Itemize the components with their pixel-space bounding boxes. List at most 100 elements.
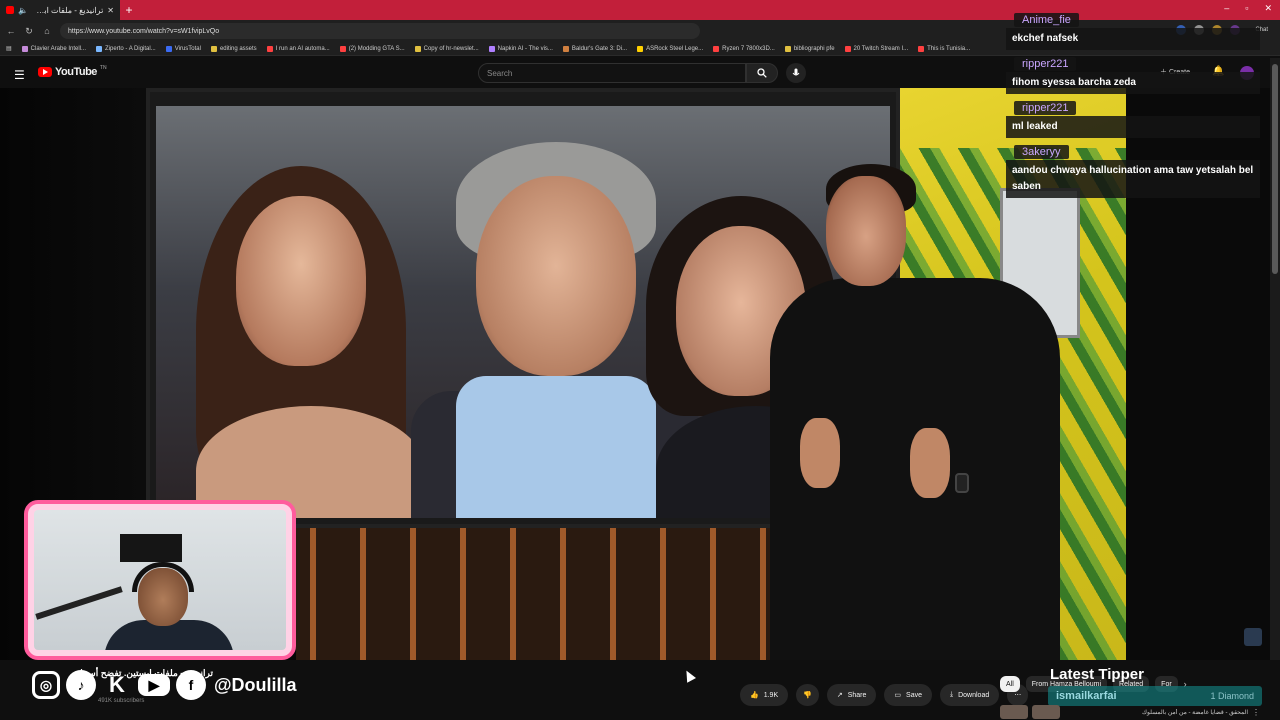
social-handle: @Doulilla xyxy=(214,674,297,695)
more-vert-icon[interactable]: ⋮ xyxy=(1252,708,1260,717)
bookmark-label: VirusTotal xyxy=(174,45,201,52)
bookmark-favicon-icon xyxy=(562,45,569,52)
chat-message: Anime_fie ekchef nafsek xyxy=(1006,10,1260,50)
presenter-right-hand xyxy=(910,428,950,498)
menu-icon[interactable]: ☰ xyxy=(14,68,25,82)
screen: 🔈 ترانيديغ - ملفات ابستين. تفضح ✕ + – ▫ … xyxy=(0,0,1280,720)
youtube-logo[interactable]: YouTube TN xyxy=(38,65,107,78)
download-button[interactable]: ⤓ Download xyxy=(940,684,1000,706)
country-code: TN xyxy=(99,65,107,71)
bookmark-item[interactable]: I run an AI automa... xyxy=(266,45,330,52)
like-button[interactable]: 👍 1.9K xyxy=(740,684,789,706)
bookmark-label: Baldur's Gate 3: Di... xyxy=(571,45,628,52)
reload-icon[interactable]: ↻ xyxy=(24,26,34,37)
wristwatch xyxy=(955,473,969,493)
microphone-icon xyxy=(792,68,800,76)
bookmark-item[interactable]: ASRock Steel Lege... xyxy=(637,45,703,52)
bookmark-favicon-icon xyxy=(266,45,273,52)
thumbs-down-icon: 👎 xyxy=(803,692,812,699)
mouse-cursor xyxy=(682,668,696,683)
stream-chat-overlay: Anime_fie ekchef nafsek ripper221 fihom sye… xyxy=(1006,10,1260,202)
close-window-icon[interactable]: ✕ xyxy=(1264,3,1272,14)
bookmark-item[interactable]: 20 Twitch Stream I... xyxy=(844,45,909,52)
wall-poster xyxy=(120,534,182,562)
chat-text: fihom syessa barcha zeda xyxy=(1006,72,1260,94)
search-button[interactable] xyxy=(746,63,778,83)
bookmark-favicon-icon xyxy=(713,45,720,52)
person-shirt xyxy=(456,376,656,518)
bookmark-item[interactable]: Napkin AI - The vis... xyxy=(488,45,553,52)
bookmark-favicon-icon xyxy=(637,45,644,52)
bookmark-favicon-icon xyxy=(918,45,925,52)
bookmark-item[interactable]: This is Tunisia... xyxy=(918,45,971,52)
youtube-play-icon xyxy=(38,67,52,77)
recommended-video[interactable]: المحقق - قضايا غامضة - من أمن بالمسلوك ⋮ xyxy=(1000,704,1260,720)
share-label: Share xyxy=(847,691,867,699)
bookmark-favicon-icon xyxy=(210,45,217,52)
new-tab-button[interactable]: + xyxy=(120,3,138,17)
bookmark-label: Napkin AI - The vis... xyxy=(497,45,553,52)
bookmark-item[interactable]: bibliographi pfe xyxy=(784,45,835,52)
webcam-frame xyxy=(24,500,296,660)
bookmark-item[interactable]: Baldur's Gate 3: Di... xyxy=(562,45,628,52)
bookmark-item[interactable]: Ryzen 7 7800x3D... xyxy=(713,45,775,52)
browser-tab[interactable]: 🔈 ترانيديغ - ملفات ابستين. تفضح ✕ xyxy=(0,0,120,20)
home-icon[interactable]: ⌂ xyxy=(42,26,52,36)
bookmark-label: Clavier Arabe Intell... xyxy=(30,45,87,52)
kick-icon: K xyxy=(109,672,125,697)
chat-username: Anime_fie xyxy=(1014,13,1079,27)
chat-message: ripper221 fihom syessa barcha zeda xyxy=(1006,54,1260,94)
person-face xyxy=(236,196,366,366)
latest-tipper-title: Latest Tipper xyxy=(1050,666,1144,683)
tab-title: ترانيديغ - ملفات ابستين. تفضح xyxy=(32,5,104,15)
presenter-head xyxy=(826,176,906,286)
player-corner-button[interactable] xyxy=(1244,628,1262,646)
bookmark-item[interactable]: (2) Modding GTA S... xyxy=(339,45,405,52)
chat-text: ml leaked xyxy=(1006,116,1260,138)
chip-all[interactable]: All xyxy=(1000,676,1020,692)
dislike-button[interactable]: 👎 xyxy=(796,684,819,706)
chat-username: ripper221 xyxy=(1014,57,1077,71)
scrollbar-thumb[interactable] xyxy=(1272,64,1278,274)
presenter-left-hand xyxy=(800,418,840,488)
like-count: 1.9K xyxy=(763,691,779,699)
bookmark-favicon-icon xyxy=(165,45,172,52)
url-field[interactable]: https://www.youtube.com/watch?v=sW1fvipL… xyxy=(60,23,700,39)
bookmark-label: 20 Twitch Stream I... xyxy=(853,45,909,52)
social-handles: ◎ ♪ K ▶ f @Doulilla xyxy=(32,670,297,700)
tipper-amount: 1 Diamond xyxy=(1210,691,1254,701)
bookmarks-folder-icon[interactable]: ▤ xyxy=(6,45,12,52)
chat-username: ripper221 xyxy=(1014,101,1077,115)
share-button[interactable]: ↗ Share xyxy=(826,684,877,706)
bookmark-item[interactable]: Ziperto - A Digital... xyxy=(96,45,156,52)
speaker-icon[interactable]: 🔈 xyxy=(18,6,28,15)
bookmark-label: This is Tunisia... xyxy=(927,45,971,52)
facebook-icon: f xyxy=(176,670,206,700)
page-scrollbar[interactable] xyxy=(1270,58,1280,660)
save-button[interactable]: ▭ Save xyxy=(884,684,932,706)
bookmark-item[interactable]: Clavier Arabe Intell... xyxy=(21,45,87,52)
tiktok-icon: ♪ xyxy=(66,670,96,700)
bookmark-label: I run an AI automa... xyxy=(275,45,330,52)
instagram-icon: ◎ xyxy=(32,671,60,699)
search-input[interactable]: Search xyxy=(478,63,746,83)
chat-message: 3akeryy aandou chwaya hallucination ama t… xyxy=(1006,142,1260,198)
bookmark-favicon-icon xyxy=(844,45,851,52)
bookmark-label: editing assets xyxy=(219,45,257,52)
bookmark-label: Ryzen 7 7800x3D... xyxy=(722,45,775,52)
webcam-feed xyxy=(34,510,286,650)
chat-message: ripper221 ml leaked xyxy=(1006,98,1260,138)
more-icon: ⋯ xyxy=(1014,692,1022,699)
recommended-video-title: المحقق - قضايا غامضة - من أمن بالمسلوك xyxy=(1142,709,1248,716)
bookmark-favicon-icon xyxy=(339,45,346,52)
bookmark-item[interactable]: VirusTotal xyxy=(165,45,201,52)
close-tab-icon[interactable]: ✕ xyxy=(107,6,114,15)
bookmark-item[interactable]: Copy of hr-newslet... xyxy=(414,45,479,52)
bookmark-label: bibliographi pfe xyxy=(793,45,835,52)
bookmark-favicon-icon xyxy=(488,45,495,52)
mic-arm xyxy=(35,586,123,620)
bookmark-favicon-icon xyxy=(96,45,103,52)
voice-search-button[interactable] xyxy=(786,63,806,83)
back-icon[interactable]: ← xyxy=(6,26,16,36)
bookmark-item[interactable]: editing assets xyxy=(210,45,257,52)
